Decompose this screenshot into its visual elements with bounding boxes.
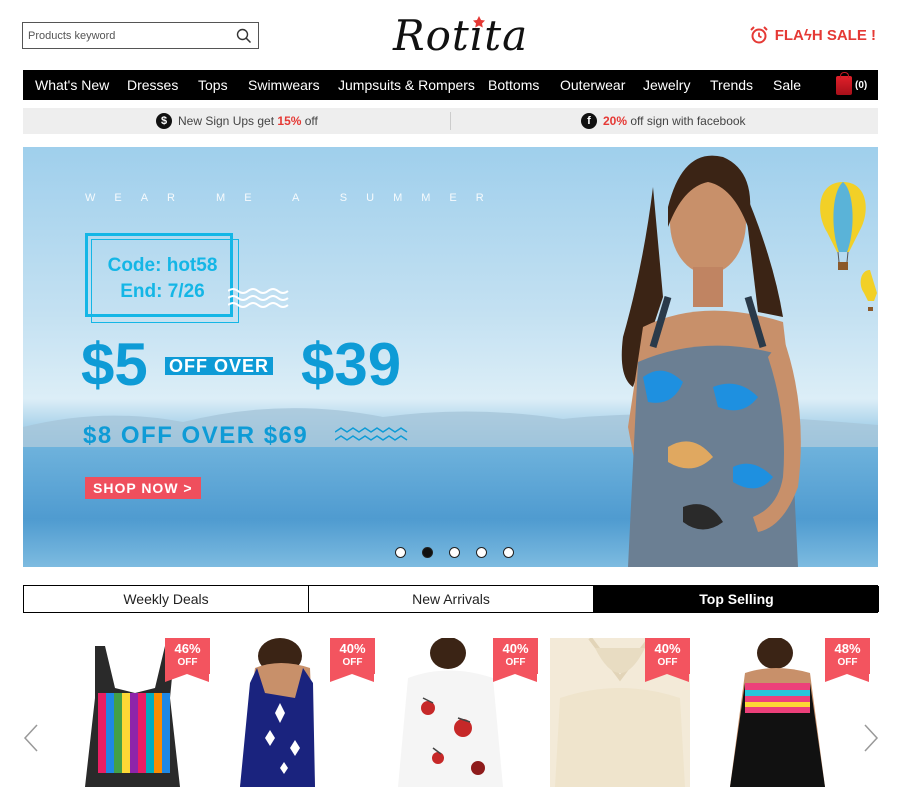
nav-item-sale[interactable]: Sale: [773, 70, 801, 100]
cart-button[interactable]: (0): [836, 71, 868, 95]
carousel-dot[interactable]: [449, 547, 460, 558]
signup-promo[interactable]: $ New Sign Ups get 15% off: [156, 108, 318, 134]
chevron-left-icon[interactable]: [22, 723, 40, 753]
main-nav: What's New Dresses Tops Swimwears Jumpsu…: [23, 70, 878, 100]
promo-code: Code: hot58 End: 7/26: [85, 253, 240, 305]
product-card[interactable]: 40% OFF: [235, 638, 375, 787]
carousel-dot[interactable]: [503, 547, 514, 558]
nav-item-whats-new[interactable]: What's New: [35, 70, 109, 100]
shop-now-button[interactable]: SHOP NOW >: [85, 477, 201, 499]
threshold-amount: $39: [301, 331, 402, 398]
discount-badge: 46% OFF: [165, 638, 210, 682]
facebook-promo[interactable]: f 20% off sign with facebook: [581, 108, 746, 134]
carousel-dot[interactable]: [476, 547, 487, 558]
discount-badge: 40% OFF: [645, 638, 690, 682]
dollar-icon: $: [156, 113, 172, 129]
promo-bar: $ New Sign Ups get 15% off f 20% off sig…: [23, 108, 878, 134]
product-card[interactable]: 40% OFF: [550, 638, 690, 787]
promo-divider: [450, 112, 451, 130]
tab-weekly-deals[interactable]: Weekly Deals: [24, 586, 309, 612]
secondary-offer: $8 OFF OVER $69: [83, 422, 309, 449]
product-card[interactable]: 40% OFF: [398, 638, 538, 787]
wave-decoration-2: [335, 427, 408, 441]
discount-badge: 48% OFF: [825, 638, 870, 682]
carousel-dot[interactable]: [395, 547, 406, 558]
hot-air-balloon-small: [860, 270, 877, 311]
carousel-dots: [395, 547, 514, 558]
promo-end-line: End: 7/26: [120, 281, 205, 302]
discount-amount: $5: [81, 331, 148, 398]
search-icon[interactable]: [230, 23, 258, 48]
nav-item-bottoms[interactable]: Bottoms: [488, 70, 539, 100]
flash-sale-label: FLAϟH SALE !: [774, 26, 876, 44]
hero-banner[interactable]: WEAR ME A SUMMER Code: hot58 End: 7/26 $…: [23, 147, 878, 567]
nav-item-jumpsuits-rompers[interactable]: Jumpsuits & Rompers: [338, 70, 475, 100]
facebook-promo-text: 20% off sign with facebook: [603, 114, 746, 128]
alarm-clock-icon: [750, 26, 768, 44]
banner-tagline: WEAR ME A SUMMER: [85, 192, 503, 204]
off-over-label: OFF OVER: [165, 357, 274, 375]
search-box[interactable]: [22, 22, 259, 49]
rotita-logo[interactable]: Rotita: [385, 6, 545, 62]
wave-decoration: [228, 288, 289, 308]
product-tabs: Weekly Deals New Arrivals Top Selling: [23, 585, 879, 613]
cart-count: (0): [855, 79, 868, 91]
discount-badge: 40% OFF: [493, 638, 538, 682]
nav-item-jewelry[interactable]: Jewelry: [643, 70, 690, 100]
tab-new-arrivals[interactable]: New Arrivals: [309, 586, 594, 612]
tab-top-selling[interactable]: Top Selling: [594, 586, 879, 612]
product-card[interactable]: 48% OFF: [730, 638, 870, 787]
nav-item-swimwears[interactable]: Swimwears: [248, 70, 320, 100]
product-carousel: 46% OFF 40% OFF 40% OFF 40% OFF 48% OFF: [0, 638, 900, 787]
discount-badge: 40% OFF: [330, 638, 375, 682]
promo-code-line: Code: hot58: [107, 255, 218, 276]
nav-item-trends[interactable]: Trends: [710, 70, 753, 100]
flash-sale-link[interactable]: FLAϟH SALE !: [749, 24, 876, 46]
shopping-bag-icon: [836, 71, 852, 95]
search-input[interactable]: [23, 23, 230, 48]
signup-promo-text: New Sign Ups get 15% off: [178, 114, 318, 128]
nav-item-tops[interactable]: Tops: [198, 70, 228, 100]
nav-item-dresses[interactable]: Dresses: [127, 70, 178, 100]
nav-item-outerwear[interactable]: Outerwear: [560, 70, 625, 100]
page: Rotita FLAϟH SALE ! What's New Dresses T…: [0, 0, 900, 787]
carousel-dot-active[interactable]: [422, 547, 433, 558]
svg-text:Rotita: Rotita: [392, 11, 528, 60]
product-card[interactable]: 46% OFF: [70, 638, 210, 787]
facebook-icon: f: [581, 113, 597, 129]
